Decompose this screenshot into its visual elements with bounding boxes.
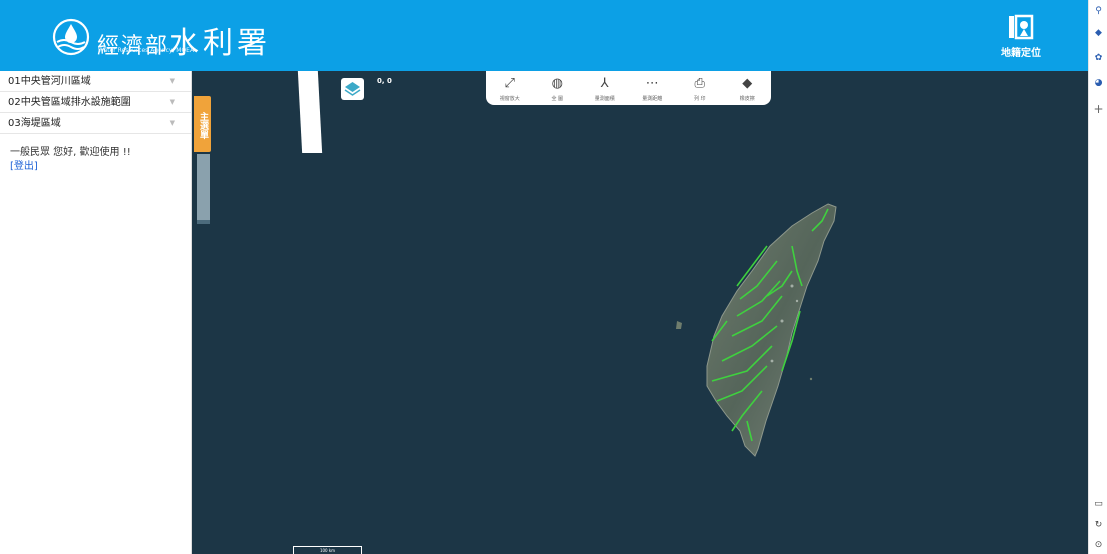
tool-label: 量測距離	[642, 96, 663, 102]
distance-measure-icon: ⋯	[645, 76, 659, 91]
water-agency-logo-icon	[52, 18, 90, 56]
settings-icon[interactable]: ✿	[1092, 52, 1105, 65]
taiwan-island-map	[676, 203, 837, 457]
camera-icon[interactable]: ◕	[1092, 77, 1105, 90]
tool-label: 列 印	[693, 96, 706, 102]
measure-distance-button[interactable]: ⋯ 量測距離	[632, 75, 672, 102]
tool-label: 全 圖	[551, 96, 564, 102]
full-extent-button[interactable]: ◍ 全 圖	[537, 75, 577, 102]
chevron-down-icon: ▼	[169, 77, 175, 85]
slider-handle[interactable]	[197, 220, 210, 224]
app-header: 經濟部水利署 Water Resources Agency, MOEA 地籍定位	[0, 0, 1088, 71]
coordinate-readout: 0, 0	[377, 77, 392, 85]
sidebar-item-drainage[interactable]: 02中央管區域排水設施範圍 ▼	[0, 92, 191, 113]
chevron-down-icon: ▼	[169, 98, 175, 106]
cadastral-locate-button[interactable]: 地籍定位	[1001, 14, 1041, 64]
tool-label: 視窗放大	[499, 96, 520, 102]
refresh-icon[interactable]: ↻	[1092, 519, 1105, 532]
layers-icon	[344, 82, 361, 96]
welcome-panel: 一般民眾 您好, 歡迎使用 !! [登出]	[0, 134, 191, 174]
map-pin-icon	[1009, 14, 1034, 40]
sidebar-item-label: 01中央管河川區域	[8, 76, 91, 87]
right-toolbar: ⚲ ◆ ✿ ◕ + ▭ ↻ ⊙	[1088, 0, 1107, 554]
logout-link[interactable]: [登出]	[10, 161, 38, 172]
sidebar-item-seawall[interactable]: 03海堤區域 ▼	[0, 113, 191, 134]
chevron-down-icon: ▼	[169, 119, 175, 127]
locate-label: 地籍定位	[1001, 48, 1041, 59]
tool-label: 橡皮擦	[739, 96, 755, 102]
map-toolbar: ⤢ 視窗放大 ◍ 全 圖 ⅄ 量測面積 ⋯ 量測距離 ⎙ 列 印 ◆ 橡皮擦	[486, 71, 771, 105]
search-icon[interactable]: ⚲	[1092, 5, 1105, 18]
eraser-button[interactable]: ◆ 橡皮擦	[727, 75, 767, 102]
globe-icon: ◍	[551, 76, 563, 91]
zoom-window-button[interactable]: ⤢ 視窗放大	[490, 75, 530, 102]
expand-icon: ⤢	[504, 76, 515, 91]
logo-title: 經濟部水利署	[97, 18, 271, 62]
sidebar-item-label: 03海堤區域	[8, 118, 61, 129]
scale-bar: 100 km	[293, 546, 362, 554]
eraser-icon: ◆	[742, 76, 753, 91]
measure-area-button[interactable]: ⅄ 量測面積	[585, 75, 625, 102]
logo-agency: 水利署	[169, 26, 272, 61]
layer-switch-button[interactable]	[341, 78, 364, 100]
area-measure-icon: ⅄	[600, 76, 609, 91]
sidebar: 01中央管河川區域 ▼ 02中央管區域排水設施範圍 ▼ 03海堤區域 ▼ 一般民…	[0, 71, 192, 554]
map-canvas[interactable]: 主選單 0, 0 ⤢ 視窗放大 ◍ 全 圖 ⅄ 量測面積 ⋯ 量測距離 ⎙ 列 …	[192, 71, 1088, 554]
print-button[interactable]: ⎙ 列 印	[680, 75, 720, 102]
opacity-slider[interactable]	[197, 154, 210, 224]
print-icon: ⎙	[694, 76, 705, 91]
sidebar-item-river-area[interactable]: 01中央管河川區域 ▼	[0, 71, 191, 92]
main-menu-tab[interactable]: 主選單	[194, 96, 211, 152]
tool-label: 量測面積	[594, 96, 615, 102]
layers-icon[interactable]: ▭	[1092, 498, 1105, 511]
sidebar-item-label: 02中央管區域排水設施範圍	[8, 97, 131, 108]
screenshot-icon[interactable]: ⊙	[1092, 539, 1105, 552]
plus-icon[interactable]: +	[1092, 103, 1105, 116]
tag-icon[interactable]: ◆	[1092, 27, 1105, 40]
scale-label: 100 km	[319, 548, 336, 553]
welcome-text: 一般民眾 您好, 歡迎使用 !!	[10, 147, 131, 158]
logo-subtitle: Water Resources Agency, MOEA	[98, 47, 195, 54]
